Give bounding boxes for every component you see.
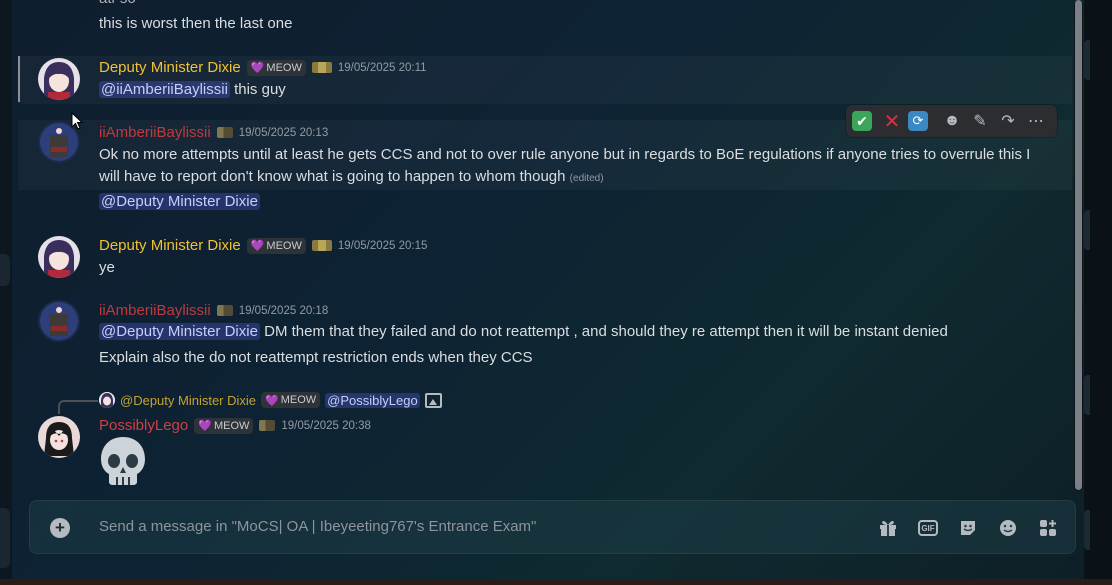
add-reaction-icon[interactable]: ☻ — [940, 109, 964, 133]
message-header: Deputy Minister Dixie 💜 MEOW 19/05/2025 2… — [99, 59, 427, 76]
repeat-reaction-icon[interactable]: ⟳ — [908, 111, 928, 131]
mouse-cursor-icon — [71, 112, 83, 130]
message-header: PossiblyLego 💜 MEOW 19/05/2025 20:38 — [99, 417, 371, 434]
user-mention[interactable]: @Deputy Minister Dixie — [99, 193, 260, 210]
cross-mark-reaction-icon[interactable]: ✕ — [880, 109, 904, 133]
right-sidebar-edge — [1084, 0, 1112, 585]
forward-icon[interactable]: ↷ — [996, 109, 1020, 133]
message-header: iiAmberiiBaylissii 19/05/2025 20:13 — [99, 124, 328, 141]
sticker-icon[interactable] — [957, 517, 979, 539]
avatar — [99, 392, 115, 408]
message-text: this is worst then the last one — [99, 15, 293, 32]
edited-label: (edited) — [569, 173, 604, 184]
right-sidebar-tab[interactable] — [1084, 375, 1090, 415]
avatar[interactable] — [38, 416, 80, 458]
server-tag-label: MEOW — [266, 61, 302, 74]
server-tag-label: MEOW — [213, 419, 250, 432]
server-tag[interactable]: 💜 MEOW — [194, 417, 254, 434]
role-badge-icon[interactable] — [311, 62, 332, 73]
avatar[interactable] — [38, 300, 80, 342]
skull-emoji-icon — [101, 437, 145, 485]
heart-icon: 💜 — [250, 240, 265, 252]
left-sidebar-tab[interactable] — [0, 254, 10, 286]
message-composer: + Send a message in "MoCS| OA | Ibeyeeti… — [29, 500, 1076, 554]
left-sidebar-tab[interactable] — [0, 508, 10, 568]
add-attachment-icon[interactable]: + — [50, 518, 70, 538]
role-badge-icon[interactable] — [216, 305, 233, 316]
message-text: this guy — [234, 81, 286, 98]
reply-author[interactable]: @Deputy Minister Dixie — [120, 393, 256, 408]
author-name[interactable]: iiAmberiiBaylissii — [99, 302, 211, 319]
message-header: Deputy Minister Dixie 💜 MEOW 19/05/2025 2… — [99, 237, 427, 254]
message-text: Explain also the do not reattempt restri… — [99, 349, 533, 366]
reply-connector — [58, 400, 98, 414]
role-badge-icon[interactable] — [311, 240, 332, 251]
bottom-edge — [0, 579, 1112, 585]
message-input[interactable]: Send a message in "MoCS| OA | Ibeyeeting… — [99, 518, 536, 535]
role-badge-icon[interactable] — [216, 127, 233, 138]
server-tag-label: MEOW — [266, 239, 302, 252]
heart-icon: 💜 — [198, 420, 212, 432]
message-content: @Deputy Minister Dixie — [99, 191, 260, 213]
message-text: ati-so — [99, 0, 136, 10]
message-hover-toolbar: ✔ ✕ ⟳ ☻ ✎ ↷ ⋯ — [846, 105, 1057, 137]
image-icon — [424, 392, 442, 408]
reply-preview[interactable]: @Deputy Minister Dixie 💜 MEOW @PossiblyLe… — [99, 392, 442, 408]
message-content: Ok no more attempts until at least he ge… — [99, 144, 1039, 190]
timestamp[interactable]: 19/05/2025 20:13 — [239, 127, 329, 139]
author-name[interactable]: iiAmberiiBaylissii — [99, 124, 211, 141]
apps-icon[interactable] — [1037, 517, 1059, 539]
message-text: DM them that they failed and do not reat… — [264, 323, 948, 340]
message-text: ye — [99, 259, 115, 276]
emoji-icon[interactable] — [997, 517, 1019, 539]
scrollbar-thumb[interactable] — [1075, 0, 1082, 490]
message-header: iiAmberiiBaylissii 19/05/2025 20:18 — [99, 302, 328, 319]
right-sidebar-tab[interactable] — [1084, 510, 1090, 550]
user-mention[interactable]: @iiAmberiiBaylissii — [99, 81, 230, 98]
message-text: Ok no more attempts until at least he ge… — [99, 146, 1031, 185]
right-sidebar-tab[interactable] — [1084, 40, 1090, 80]
chat-scrollbar[interactable] — [1074, 0, 1083, 491]
author-name[interactable]: PossiblyLego — [99, 417, 188, 434]
message-content: @iiAmberiiBaylissii this guy — [99, 79, 286, 101]
server-tag[interactable]: 💜 MEOW — [261, 392, 321, 408]
server-tag[interactable]: 💜 MEOW — [246, 59, 306, 76]
avatar[interactable] — [38, 236, 80, 278]
server-tag-label: MEOW — [280, 394, 317, 406]
author-name[interactable]: Deputy Minister Dixie — [99, 237, 241, 254]
gif-icon[interactable]: GIF — [918, 520, 938, 536]
timestamp[interactable]: 19/05/2025 20:38 — [281, 420, 371, 432]
timestamp[interactable]: 19/05/2025 20:15 — [338, 240, 428, 252]
check-mark-reaction-icon[interactable]: ✔ — [852, 111, 872, 131]
timestamp[interactable]: 19/05/2025 20:11 — [338, 62, 427, 74]
timestamp[interactable]: 19/05/2025 20:18 — [239, 305, 329, 317]
left-sidebar-edge — [0, 0, 12, 585]
user-mention[interactable]: @PossiblyLego — [325, 392, 420, 408]
author-name[interactable]: Deputy Minister Dixie — [99, 59, 241, 76]
server-tag[interactable]: 💜 MEOW — [246, 237, 306, 254]
role-badge-icon[interactable] — [259, 420, 276, 431]
gift-icon[interactable] — [877, 517, 899, 539]
heart-icon: 💜 — [265, 394, 279, 407]
right-sidebar-tab[interactable] — [1084, 210, 1090, 250]
edit-icon[interactable]: ✎ — [968, 109, 992, 133]
avatar[interactable] — [38, 58, 80, 100]
more-icon[interactable]: ⋯ — [1024, 109, 1048, 133]
message-content: @Deputy Minister Dixie DM them that they… — [99, 321, 948, 343]
reply-indicator — [18, 56, 20, 102]
user-mention[interactable]: @Deputy Minister Dixie — [99, 323, 260, 340]
heart-icon: 💜 — [250, 62, 265, 74]
